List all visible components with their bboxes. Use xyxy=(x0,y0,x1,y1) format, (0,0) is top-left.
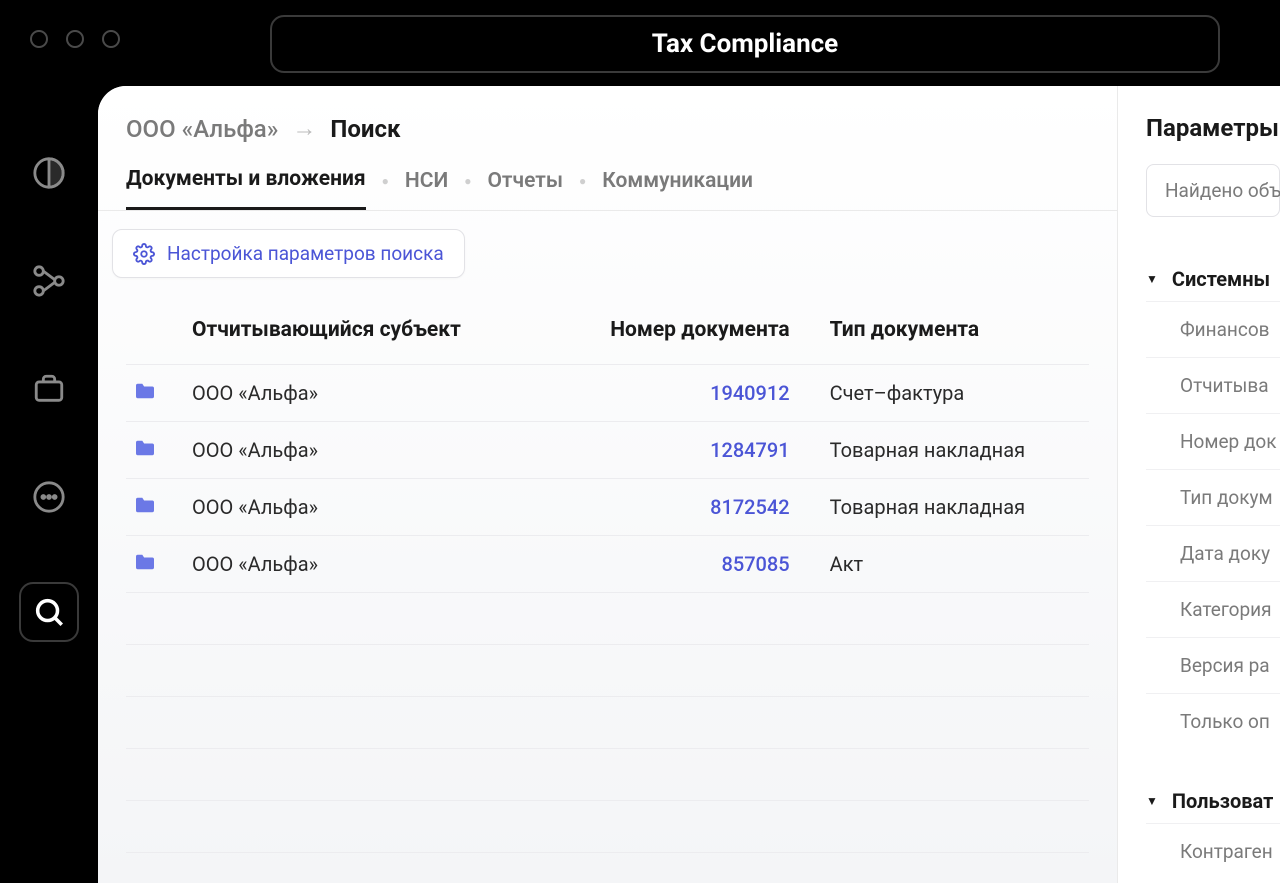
caret-down-icon: ▼ xyxy=(1146,794,1158,808)
sidebar-item-dashboard[interactable] xyxy=(26,150,72,196)
param-item[interactable]: Номер док xyxy=(1146,413,1280,469)
col-subject[interactable]: Отчитывающийся субъект xyxy=(184,296,544,365)
param-group-label: Системны xyxy=(1172,267,1270,291)
main-content: ООО «Альфа» → Поиск Документы и вложения… xyxy=(98,86,1118,883)
table-row-empty xyxy=(126,801,1089,853)
minimize-window-dot[interactable] xyxy=(66,30,84,48)
tab-separator: ● xyxy=(563,174,602,204)
cell-doc-number[interactable]: 1940912 xyxy=(544,365,822,422)
folder-icon xyxy=(126,479,184,536)
param-item[interactable]: Дата доку xyxy=(1146,525,1280,581)
tab-separator: ● xyxy=(366,174,405,204)
tab-separator: ● xyxy=(448,174,487,204)
param-item[interactable]: Финансов xyxy=(1146,301,1280,357)
table-row[interactable]: ООО «Альфа»1284791Товарная накладная xyxy=(126,422,1089,479)
search-icon xyxy=(32,595,66,629)
cell-subject: ООО «Альфа» xyxy=(184,536,544,593)
tab-communications[interactable]: Коммуникации xyxy=(602,169,753,209)
cell-doc-type: Счет–фактура xyxy=(822,365,1089,422)
search-settings-button[interactable]: Настройка параметров поиска xyxy=(112,229,465,278)
tabs: Документы и вложения ● НСИ ● Отчеты ● Ко… xyxy=(98,143,1117,211)
sidebar-item-briefcase[interactable] xyxy=(26,366,72,412)
folder-icon xyxy=(126,536,184,593)
table-row-empty xyxy=(126,593,1089,645)
param-item[interactable]: Версия ра xyxy=(1146,637,1280,693)
sidebar xyxy=(0,150,98,642)
gear-icon xyxy=(133,243,155,265)
found-count-label: Найдено объе xyxy=(1165,179,1280,202)
param-group-label: Пользоват xyxy=(1172,789,1273,813)
param-item[interactable]: Тип докум xyxy=(1146,469,1280,525)
maximize-window-dot[interactable] xyxy=(102,30,120,48)
tab-documents[interactable]: Документы и вложения xyxy=(126,167,366,210)
param-item[interactable]: Только оп xyxy=(1146,693,1280,749)
param-group-header[interactable]: ▼ Пользоват xyxy=(1146,779,1280,823)
cell-doc-type: Товарная накладная xyxy=(822,479,1089,536)
col-doc-type[interactable]: Тип документа xyxy=(822,296,1089,365)
cell-subject: ООО «Альфа» xyxy=(184,365,544,422)
sidebar-item-search[interactable] xyxy=(19,582,79,642)
search-params-panel: Параметры п Найдено объе ▼ Системны Финанс… xyxy=(1118,86,1280,883)
chevron-right-icon: → xyxy=(292,114,316,143)
table-row[interactable]: ООО «Альфа»8172542Товарная накладная xyxy=(126,479,1089,536)
half-circle-icon xyxy=(32,156,66,190)
window-controls xyxy=(30,30,120,48)
cell-doc-type: Акт xyxy=(822,536,1089,593)
cell-doc-number[interactable]: 1284791 xyxy=(544,422,822,479)
cell-subject: ООО «Альфа» xyxy=(184,422,544,479)
table-row-empty xyxy=(126,697,1089,749)
close-window-dot[interactable] xyxy=(30,30,48,48)
param-item[interactable]: Отчитыва xyxy=(1146,357,1280,413)
cell-doc-number[interactable]: 8172542 xyxy=(544,479,822,536)
table-row[interactable]: ООО «Альфа»1940912Счет–фактура xyxy=(126,365,1089,422)
panel-title: Параметры п xyxy=(1146,114,1280,142)
breadcrumb-current: Поиск xyxy=(330,115,400,143)
param-item[interactable]: Контраген xyxy=(1146,823,1280,879)
found-count-box: Найдено объе xyxy=(1146,164,1280,217)
tab-reports[interactable]: Отчеты xyxy=(487,169,563,209)
title-bar: Tax Compliance xyxy=(270,15,1220,73)
breadcrumb-root[interactable]: ООО «Альфа» xyxy=(126,115,278,143)
param-group-header[interactable]: ▼ Системны xyxy=(1146,257,1280,301)
briefcase-icon xyxy=(32,372,66,406)
table-row[interactable]: ООО «Альфа»857085Акт xyxy=(126,536,1089,593)
results-table: Отчитывающийся субъект Номер документа Т… xyxy=(126,296,1089,883)
table-row-empty xyxy=(126,853,1089,883)
sidebar-item-chat[interactable] xyxy=(26,474,72,520)
nodes-icon xyxy=(32,264,66,298)
folder-icon xyxy=(126,422,184,479)
breadcrumb: ООО «Альфа» → Поиск xyxy=(98,86,1117,143)
search-settings-label: Настройка параметров поиска xyxy=(167,242,444,265)
col-doc-number[interactable]: Номер документа xyxy=(544,296,822,365)
table-row-empty xyxy=(126,645,1089,697)
folder-icon xyxy=(126,365,184,422)
cell-doc-type: Товарная накладная xyxy=(822,422,1089,479)
cell-subject: ООО «Альфа» xyxy=(184,479,544,536)
window-title: Tax Compliance xyxy=(652,29,838,59)
param-item[interactable]: Категория xyxy=(1146,581,1280,637)
chat-icon xyxy=(32,480,66,514)
caret-down-icon: ▼ xyxy=(1146,272,1158,286)
tab-nsi[interactable]: НСИ xyxy=(405,169,448,209)
sidebar-item-graph[interactable] xyxy=(26,258,72,304)
cell-doc-number[interactable]: 857085 xyxy=(544,536,822,593)
table-row-empty xyxy=(126,749,1089,801)
